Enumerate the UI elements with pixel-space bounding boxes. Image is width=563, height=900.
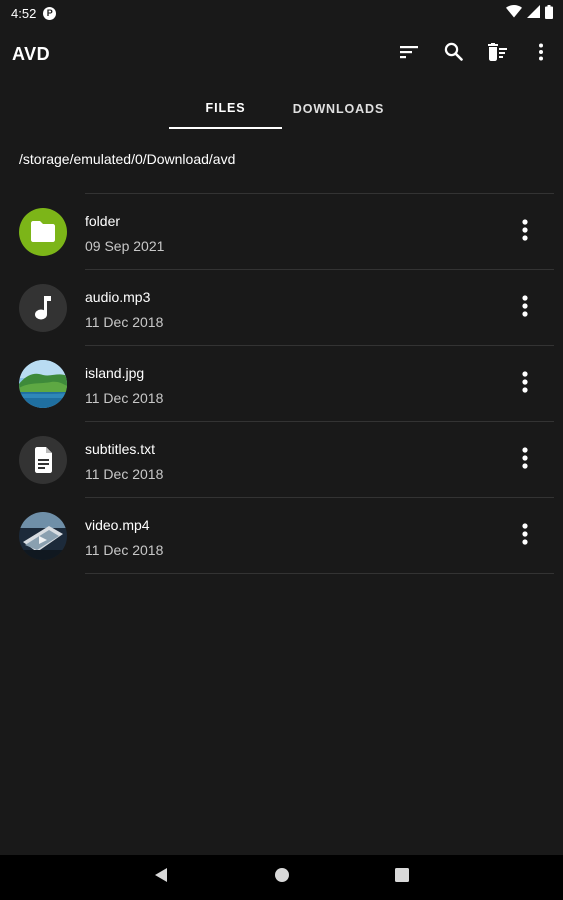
file-list: folder 09 Sep 2021 audio.mp3 11 Dec 2018 — [0, 193, 563, 574]
back-icon — [154, 867, 168, 888]
file-row-audio[interactable]: audio.mp3 11 Dec 2018 — [0, 270, 563, 345]
p-badge-icon: P — [43, 6, 57, 20]
app-actions — [387, 32, 563, 76]
recents-button[interactable] — [390, 865, 414, 889]
file-date: 11 Dec 2018 — [85, 542, 164, 558]
home-icon — [274, 867, 290, 888]
image-thumbnail — [19, 360, 67, 408]
file-more-button[interactable] — [505, 288, 545, 328]
battery-icon — [545, 4, 553, 22]
more-vert-icon — [522, 370, 528, 398]
tab-downloads[interactable]: DOWNLOADS — [282, 88, 395, 129]
file-text: video.mp4 11 Dec 2018 — [85, 516, 163, 559]
file-date: 11 Dec 2018 — [85, 466, 164, 482]
file-date: 11 Dec 2018 — [85, 390, 164, 406]
file-row-image[interactable]: island.jpg 11 Dec 2018 — [0, 346, 563, 421]
home-button[interactable] — [270, 865, 294, 889]
file-more-button[interactable] — [505, 364, 545, 404]
sort-icon — [399, 44, 419, 65]
video-thumbnail — [19, 512, 67, 560]
file-date: 11 Dec 2018 — [85, 314, 164, 330]
app-title: AVD — [12, 43, 51, 64]
file-name: video.mp4 — [85, 517, 150, 533]
file-row-folder[interactable]: folder 09 Sep 2021 — [0, 194, 563, 269]
folder-icon — [19, 208, 67, 256]
wifi-icon — [506, 5, 522, 21]
file-row-text[interactable]: subtitles.txt 11 Dec 2018 — [0, 422, 563, 497]
file-more-button[interactable] — [505, 440, 545, 480]
file-name: island.jpg — [85, 365, 145, 381]
delete-sweep-icon — [486, 42, 508, 66]
file-text: subtitles.txt 11 Dec 2018 — [85, 440, 163, 483]
status-time: 4:52 — [11, 5, 37, 21]
document-icon — [19, 436, 67, 484]
divider — [85, 573, 554, 574]
current-path: /storage/emulated/0/Download/avd — [19, 151, 236, 167]
file-text: audio.mp3 11 Dec 2018 — [85, 288, 163, 331]
recents-icon — [395, 867, 409, 887]
file-more-button[interactable] — [505, 516, 545, 556]
file-name: subtitles.txt — [85, 441, 156, 457]
overflow-menu-button[interactable] — [519, 32, 563, 76]
file-more-button[interactable] — [505, 212, 545, 252]
back-button[interactable] — [149, 865, 173, 889]
signal-icon — [527, 5, 540, 21]
file-date: 09 Sep 2021 — [85, 238, 165, 254]
file-row-video[interactable]: video.mp4 11 Dec 2018 — [0, 498, 563, 573]
music-note-icon — [19, 284, 67, 332]
status-bar: 4:52 P — [0, 0, 563, 26]
file-name: audio.mp3 — [85, 289, 151, 305]
status-right — [506, 4, 553, 22]
status-left: 4:52 P — [11, 5, 57, 21]
tab-bar: FILES DOWNLOADS — [169, 88, 395, 129]
sort-button[interactable] — [387, 32, 431, 76]
more-vert-icon — [538, 43, 544, 66]
search-button[interactable] — [431, 32, 475, 76]
more-vert-icon — [522, 218, 528, 246]
tab-files[interactable]: FILES — [169, 88, 282, 129]
more-vert-icon — [522, 446, 528, 474]
file-text: folder 09 Sep 2021 — [85, 212, 164, 255]
delete-sweep-button[interactable] — [475, 32, 519, 76]
navigation-bar — [0, 855, 563, 900]
app-bar: AVD — [0, 26, 563, 82]
file-text: island.jpg 11 Dec 2018 — [85, 364, 163, 407]
more-vert-icon — [522, 294, 528, 322]
more-vert-icon — [522, 522, 528, 550]
search-icon — [444, 42, 463, 66]
file-name: folder — [85, 213, 121, 229]
